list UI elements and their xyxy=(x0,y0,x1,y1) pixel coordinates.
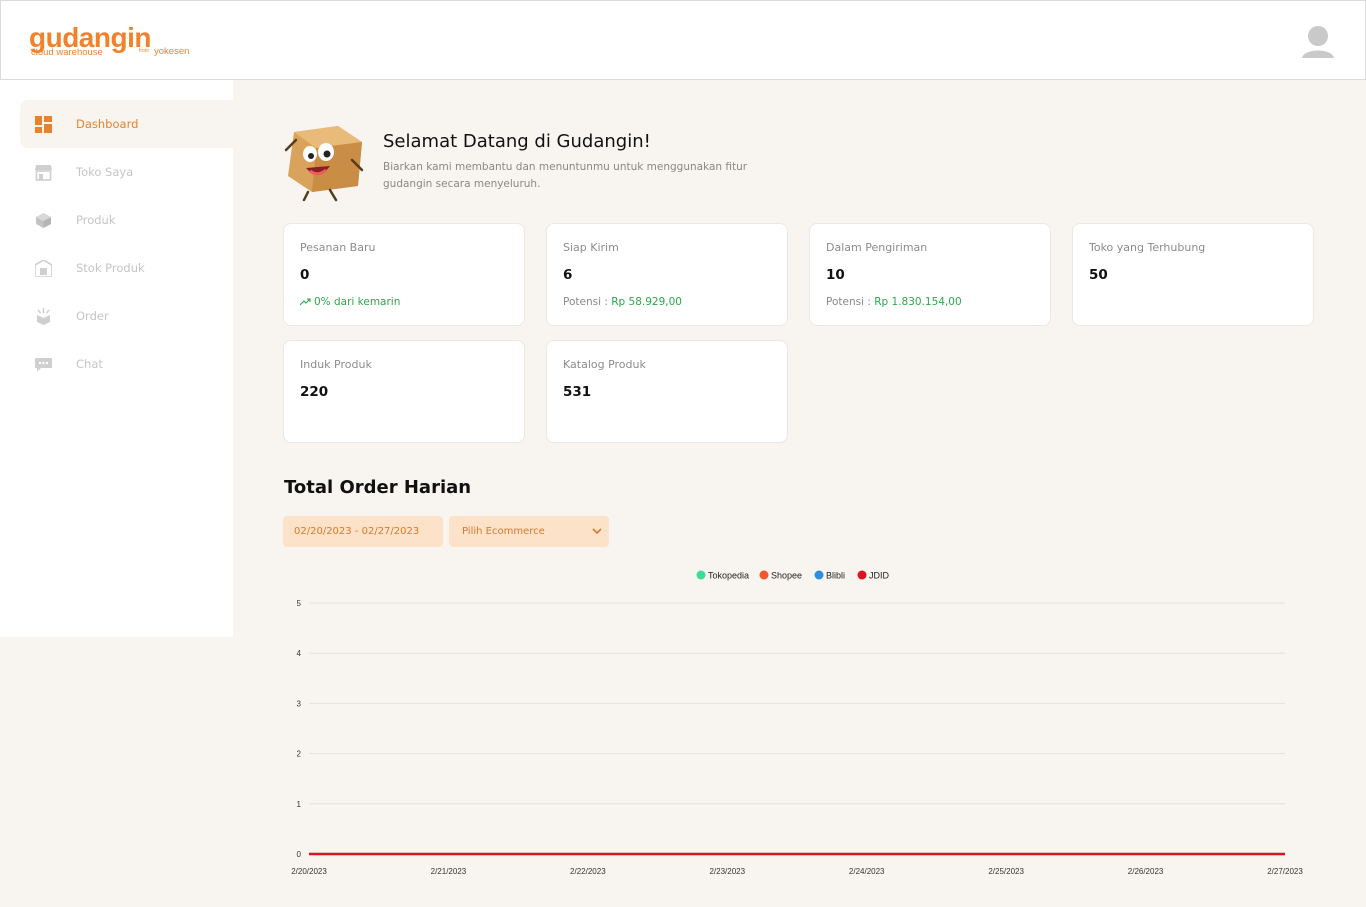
y-tick-label: 4 xyxy=(297,649,302,658)
legend-label-tokopedia: Tokopedia xyxy=(708,571,749,581)
x-tick-label: 2/25/2023 xyxy=(988,867,1024,876)
welcome-subtitle: Biarkan kami membantu dan menuntunmu unt… xyxy=(383,161,748,190)
stat-card-potential: Potensi : Rp 1.830.154,00 xyxy=(826,296,962,308)
sidebar-item-produk[interactable]: Produk xyxy=(20,196,233,244)
stat-card-label: Pesanan Baru xyxy=(300,241,376,254)
stat-card-trend: 0% dari kemarin xyxy=(299,296,401,308)
sidebar-item-stok-produk[interactable]: Stok Produk xyxy=(20,244,233,292)
sidebar-item-label: Stok Produk xyxy=(76,261,145,275)
box-mascot-illustration xyxy=(284,126,364,202)
potential-value: Rp 58.929,00 xyxy=(611,296,682,308)
stat-card-potential: Potensi : Rp 58.929,00 xyxy=(563,296,682,308)
stat-card-pesanan-baru[interactable]: Pesanan Baru 0 0% dari kemarin xyxy=(283,223,525,326)
sidebar-item-label: Dashboard xyxy=(76,117,139,131)
potential-prefix: Potensi : xyxy=(563,296,612,308)
legend-marker-jdid xyxy=(857,570,867,580)
chevron-down-icon xyxy=(592,528,602,535)
x-tick-label: 2/22/2023 xyxy=(570,867,606,876)
sidebar-item-chat[interactable]: Chat xyxy=(20,340,233,388)
stat-card-extra-value: 0% dari kemarin xyxy=(314,296,401,308)
sidebar-item-dashboard[interactable]: Dashboard xyxy=(20,100,233,148)
y-tick-label: 5 xyxy=(297,599,302,608)
legend-marker-blibli xyxy=(814,570,824,580)
stat-card-label: Dalam Pengiriman xyxy=(826,241,928,254)
section-title-total-order: Total Order Harian xyxy=(284,477,472,498)
logo-from: from xyxy=(139,48,149,54)
trend-up-icon xyxy=(299,298,311,306)
store-icon xyxy=(35,165,52,181)
gudangin-logo[interactable]: gudangin cloud warehouse from yokesen xyxy=(29,23,199,63)
date-range-value: 02/20/2023 - 02/27/2023 xyxy=(294,526,420,537)
stat-card-dalam-pengiriman[interactable]: Dalam Pengiriman 10 Potensi : Rp 1.830.1… xyxy=(809,223,1051,326)
stat-card-siap-kirim[interactable]: Siap Kirim 6 Potensi : Rp 58.929,00 xyxy=(546,223,788,326)
stat-card-label: Siap Kirim xyxy=(563,241,619,254)
x-tick-label: 2/24/2023 xyxy=(849,867,885,876)
top-bar: gudangin cloud warehouse from yokesen xyxy=(0,0,1366,80)
legend-label-jdid: JDID xyxy=(869,571,890,581)
sidebar: Dashboard Toko Saya Produk Stok Produk O… xyxy=(0,80,233,637)
welcome-title: Selamat Datang di Gudangin! xyxy=(383,131,651,152)
legend-marker-tokopedia xyxy=(696,570,706,580)
stat-card-value: 50 xyxy=(1089,267,1108,283)
y-tick-label: 0 xyxy=(297,850,302,859)
sidebar-item-order[interactable]: Order xyxy=(20,292,233,340)
stat-card-label: Katalog Produk xyxy=(563,358,646,371)
stat-card-value: 6 xyxy=(563,267,573,283)
y-tick-label: 1 xyxy=(297,800,302,809)
stat-card-value: 10 xyxy=(826,267,845,283)
logo-company: yokesen xyxy=(154,46,190,57)
stat-card-value: 531 xyxy=(563,384,592,400)
stat-card-label: Induk Produk xyxy=(300,358,372,371)
stat-card-label: Toko yang Terhubung xyxy=(1089,241,1206,254)
stat-card-value: 0 xyxy=(300,267,310,283)
y-tick-label: 2 xyxy=(297,750,302,759)
order-icon xyxy=(37,308,50,325)
box-icon xyxy=(36,213,51,228)
ecommerce-select[interactable]: Pilih Ecommerce xyxy=(449,516,609,547)
logo-tagline: cloud warehouse xyxy=(31,47,103,58)
sidebar-item-toko-saya[interactable]: Toko Saya xyxy=(20,148,233,196)
warehouse-icon xyxy=(35,260,52,277)
sidebar-item-label: Chat xyxy=(76,357,103,371)
sidebar-item-label: Toko Saya xyxy=(76,165,134,179)
daily-order-chart: 0 1 2 3 4 5 2/20/2023 2/21/2023 2/22/2023 2/23/20… xyxy=(291,570,1303,876)
x-tick-label: 2/23/2023 xyxy=(709,867,745,876)
stat-card-value: 220 xyxy=(300,384,329,400)
legend-label-blibli: Blibli xyxy=(826,571,845,581)
stat-card-induk-produk[interactable]: Induk Produk 220 xyxy=(283,340,525,443)
x-tick-label: 2/21/2023 xyxy=(431,867,467,876)
potential-prefix: Potensi : xyxy=(826,296,875,308)
ecommerce-select-placeholder: Pilih Ecommerce xyxy=(462,526,545,537)
chat-icon xyxy=(35,358,52,372)
stat-card-katalog-produk[interactable]: Katalog Produk 531 xyxy=(546,340,788,443)
x-tick-label: 2/26/2023 xyxy=(1128,867,1164,876)
sidebar-item-label: Order xyxy=(76,309,109,323)
x-tick-label: 2/20/2023 xyxy=(291,867,327,876)
dashboard-icon xyxy=(35,116,52,133)
date-range-picker[interactable]: 02/20/2023 - 02/27/2023 xyxy=(283,516,443,547)
legend-label-shopee: Shopee xyxy=(771,571,802,581)
potential-value: Rp 1.830.154,00 xyxy=(874,296,962,308)
stat-card-toko-terhubung[interactable]: Toko yang Terhubung 50 xyxy=(1072,223,1314,326)
user-avatar-icon[interactable] xyxy=(1301,24,1335,60)
y-tick-label: 3 xyxy=(297,699,302,708)
legend-marker-shopee xyxy=(759,570,769,580)
x-tick-label: 2/27/2023 xyxy=(1267,867,1303,876)
sidebar-item-label: Produk xyxy=(76,213,116,227)
